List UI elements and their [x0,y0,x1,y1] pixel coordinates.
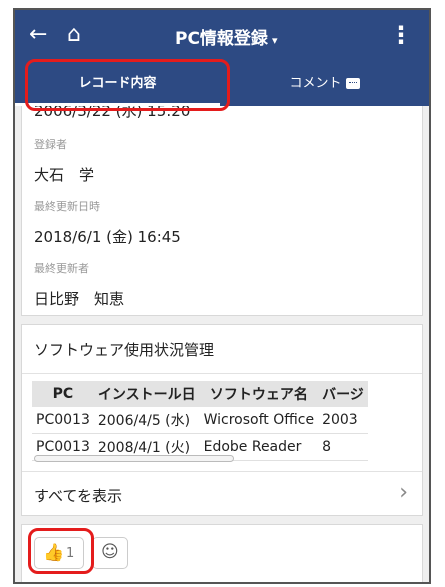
software-table: PC インストール日 ソフトウェア名 バージ PC0013 2006/4/5 (… [32,381,368,461]
table-header-row: PC インストール日 ソフトウェア名 バージ [32,381,368,407]
software-table-scroll[interactable]: PC インストール日 ソフトウェア名 バージ PC0013 2006/4/5 (… [32,381,414,465]
table-cell: 8 [318,433,368,461]
divider [22,373,422,374]
table-cell: PC0013 [32,407,94,434]
home-icon[interactable]: ⌂ [67,22,81,48]
app-header: ← ⌂ PC情報登録 ▾ ⋮ [15,10,429,62]
back-arrow-icon[interactable]: ← [29,22,47,48]
creator-value: 大石 学 [34,166,95,184]
updater-value: 日比野 知恵 [34,290,125,308]
updated-datetime-value: 2018/6/1 (金) 16:45 [34,228,181,246]
more-options-icon[interactable]: ⋮ [389,22,413,48]
add-reaction-button[interactable]: ☺ [92,537,128,569]
highlight-box-like [28,528,94,574]
show-all-link[interactable]: すべてを表示 › [22,472,422,516]
table-cell: 2006/4/5 (水) [93,407,200,434]
creator-label: 登録者 [34,138,67,151]
page-title[interactable]: PC情報登録 ▾ [175,24,277,49]
tab-comment-label: コメント [289,76,342,91]
updated-datetime-label: 最終更新日時 [34,200,100,213]
column-header-pc: PC [32,381,94,407]
table-cell: Wicrosoft Office [199,407,319,434]
column-header-software-name: ソフトウェア名 [199,381,319,407]
table-row: PC0013 2006/4/5 (水) Wicrosoft Office 200… [32,407,368,434]
comment-icon [345,78,360,89]
updater-label: 最終更新者 [34,262,89,275]
horizontal-scrollbar[interactable] [34,455,234,462]
tab-comment[interactable]: コメント [220,62,429,106]
chevron-down-icon: ▾ [271,34,278,47]
highlight-box-tab [25,59,230,111]
software-usage-card: ソフトウェア使用状況管理 PC インストール日 ソフトウェア名 バージ PC00… [21,324,423,516]
chevron-right-icon: › [399,480,408,505]
column-header-version: バージ [318,381,368,407]
software-section-title: ソフトウェア使用状況管理 [34,341,215,359]
record-content[interactable]: 2006/3/22 (水) 15:20 登録者 大石 学 最終更新日時 2018… [15,106,429,582]
column-header-install-date: インストール日 [93,381,200,407]
add-emoji-icon: ☺ [101,542,119,562]
record-details-card: 2006/3/22 (水) 15:20 登録者 大石 学 最終更新日時 2018… [21,106,423,316]
app-title: PC情報登録 [175,29,268,49]
table-cell: 2003 [318,407,368,434]
show-all-label: すべてを表示 [34,487,123,505]
